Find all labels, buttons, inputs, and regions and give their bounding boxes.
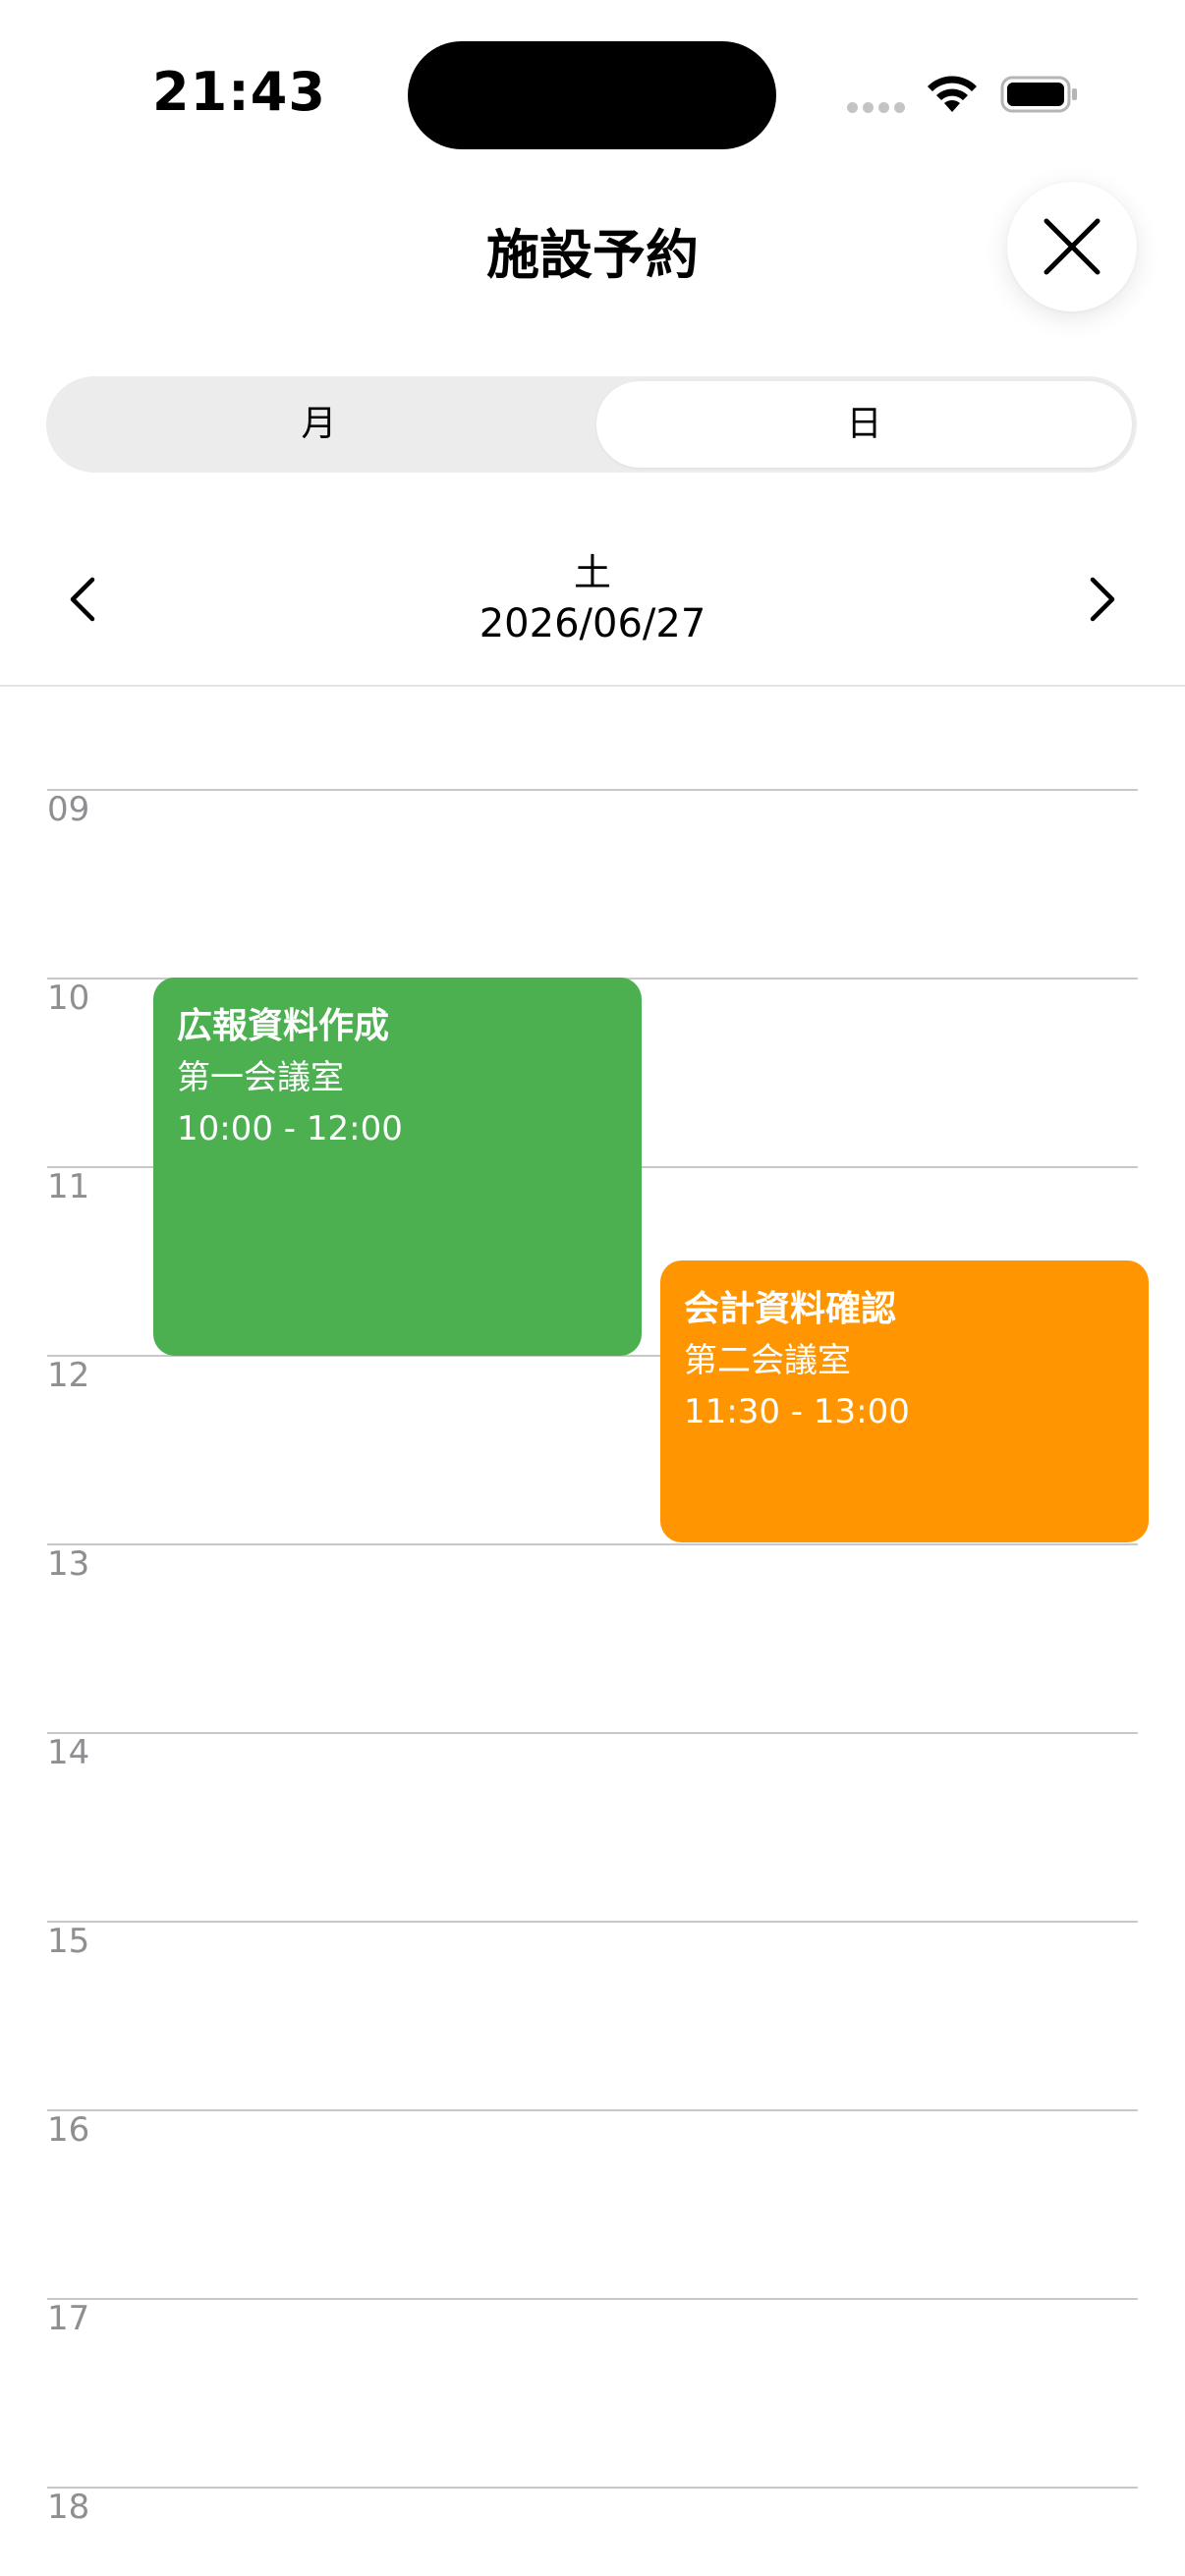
hour-label: 11 — [47, 1167, 90, 1206]
hour-line — [47, 1732, 1138, 1734]
hour-label: 17 — [47, 2299, 90, 2338]
event-title: 広報資料作成 — [177, 1006, 390, 1046]
view-segmented-control: 月 日 — [46, 376, 1137, 473]
hour-label: 10 — [47, 979, 90, 1018]
hour-label: 18 — [47, 2488, 90, 2527]
close-icon — [1044, 218, 1100, 275]
day-timeline[interactable]: 09 10 11 12 13 14 15 16 17 18 広報資料作成 第一会… — [0, 688, 1185, 2576]
status-time: 21:43 — [152, 61, 326, 123]
hour-label: 13 — [47, 1544, 90, 1584]
dynamic-island — [408, 41, 776, 149]
date-weekday: 土 — [573, 551, 611, 594]
hour-line — [47, 2487, 1138, 2489]
hour-label: 14 — [47, 1733, 90, 1772]
cellular-signal-icon — [847, 102, 906, 116]
hour-line — [47, 1921, 1138, 1923]
wifi-icon — [928, 76, 977, 112]
event-time: 10:00 - 12:00 — [177, 1109, 403, 1148]
event-time: 11:30 - 13:00 — [684, 1392, 910, 1431]
date-navigator: 土 2026/06/27 — [0, 531, 1185, 686]
hour-line — [47, 789, 1138, 791]
next-day-button[interactable] — [1079, 568, 1124, 631]
hour-label: 15 — [47, 1922, 90, 1961]
event-room: 第二会議室 — [684, 1341, 851, 1380]
hour-label: 16 — [47, 2110, 90, 2150]
hour-line — [47, 2109, 1138, 2111]
current-date: 2026/06/27 — [479, 601, 706, 646]
close-button[interactable] — [1007, 182, 1137, 311]
hour-label: 12 — [47, 1356, 90, 1395]
segment-day[interactable]: 日 — [592, 376, 1137, 473]
event-room: 第一会議室 — [177, 1058, 344, 1097]
event-title: 会計資料確認 — [684, 1289, 897, 1329]
segment-month[interactable]: 月 — [46, 376, 592, 473]
battery-icon — [1000, 76, 1077, 113]
status-bar: 21:43 — [0, 0, 1185, 187]
reservation-event[interactable]: 広報資料作成 第一会議室 10:00 - 12:00 — [153, 978, 642, 1356]
hour-label: 09 — [47, 790, 90, 829]
reservation-event[interactable]: 会計資料確認 第二会議室 11:30 - 13:00 — [660, 1260, 1149, 1542]
hour-line — [47, 2298, 1138, 2300]
divider — [0, 685, 1185, 687]
hour-line — [47, 1543, 1138, 1545]
